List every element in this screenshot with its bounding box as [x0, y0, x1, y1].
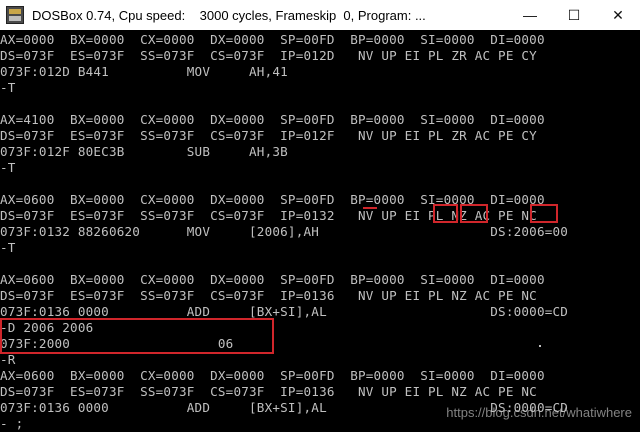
highlight-box-dump-command	[0, 318, 274, 354]
window-titlebar[interactable]: DOSBox 0.74, Cpu speed: 3000 cycles, Fra…	[0, 0, 640, 30]
terminal-line: - ;	[0, 416, 24, 431]
close-button[interactable]: ✕	[596, 0, 640, 30]
window-controls: — ☐ ✕	[508, 0, 640, 30]
highlight-box-pl-flag	[433, 204, 458, 223]
terminal-line: AX=0600 BX=0000 CX=0000 DX=0000 SP=00FD …	[0, 368, 545, 383]
terminal-line: DS=073F ES=073F SS=073F CS=073F IP=012F …	[0, 128, 537, 143]
dosbox-icon[interactable]	[6, 6, 24, 24]
terminal-line: -T	[0, 80, 16, 95]
terminal-line: AX=0000 BX=0000 CX=0000 DX=0000 SP=00FD …	[0, 32, 545, 47]
terminal-line: 073F:012D B441 MOV AH,41	[0, 64, 288, 79]
terminal-line: 073F:0132 88260620 MOV [2006],AH DS:2006…	[0, 224, 569, 239]
terminal-line: DS=073F ES=073F SS=073F CS=073F IP=0136 …	[0, 384, 537, 399]
stray-dot	[539, 345, 541, 347]
window-title: DOSBox 0.74, Cpu speed: 3000 cycles, Fra…	[32, 7, 426, 23]
terminal-line: AX=4100 BX=0000 CX=0000 DX=0000 SP=00FD …	[0, 112, 545, 127]
highlight-underline-bp	[363, 207, 377, 209]
terminal-line: AX=0600 BX=0000 CX=0000 DX=0000 SP=00FD …	[0, 272, 545, 287]
terminal-line: 073F:012F 80EC3B SUB AH,3B	[0, 144, 288, 159]
highlight-box-nc-flag	[530, 204, 558, 223]
maximize-button[interactable]: ☐	[552, 0, 596, 30]
terminal-line: -R	[0, 352, 16, 367]
terminal-line: DS=073F ES=073F SS=073F CS=073F IP=012D …	[0, 48, 537, 63]
terminal-line: -T	[0, 240, 16, 255]
dos-terminal[interactable]: AX=0000 BX=0000 CX=0000 DX=0000 SP=00FD …	[0, 30, 640, 432]
csdn-watermark: https://blog.csdn.net/whatiwhere	[446, 405, 632, 420]
minimize-button[interactable]: —	[508, 0, 552, 30]
highlight-box-nz-flag	[460, 204, 488, 223]
terminal-line: -T	[0, 160, 16, 175]
terminal-line: DS=073F ES=073F SS=073F CS=073F IP=0136 …	[0, 288, 537, 303]
